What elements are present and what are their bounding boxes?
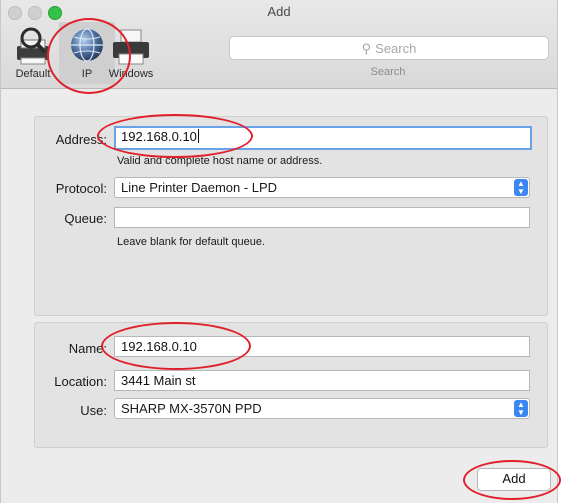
search-input[interactable]: ⚲ Search xyxy=(229,36,549,60)
queue-label: Queue: xyxy=(64,211,107,226)
search-icon: ⚲ xyxy=(361,41,372,56)
address-field[interactable]: 192.168.0.10 xyxy=(114,126,532,150)
address-label: Address: xyxy=(55,132,107,147)
name-field[interactable]: 192.168.0.10 xyxy=(114,336,530,357)
add-button[interactable]: Add xyxy=(477,468,551,491)
use-label: Use: xyxy=(80,403,107,418)
use-value: SHARP MX-3570N PPD xyxy=(121,401,262,416)
protocol-label: Protocol: xyxy=(55,181,107,196)
use-select[interactable]: SHARP MX-3570N PPD ▲ ▼ xyxy=(114,398,530,419)
queue-field[interactable] xyxy=(114,207,530,228)
location-label: Location: xyxy=(54,374,107,389)
chevron-updown-icon: ▲ ▼ xyxy=(514,400,528,417)
name-value: 192.168.0.10 xyxy=(121,339,197,354)
location-value: 3441 Main st xyxy=(121,373,196,388)
printer-icon xyxy=(113,29,149,65)
toolbar-windows[interactable]: Windows xyxy=(103,22,159,84)
add-printer-window: Add Default IP Windows ⚲ Search Search A… xyxy=(0,0,561,503)
name-label: Name: xyxy=(68,341,107,356)
toolbar-default-label: Default xyxy=(15,68,51,80)
protocol-value: Line Printer Daemon - LPD xyxy=(121,180,278,195)
address-value: 192.168.0.10 xyxy=(121,129,197,144)
globe-icon xyxy=(71,28,103,62)
toolbar-default[interactable]: Default xyxy=(5,22,61,84)
search-caption: Search xyxy=(370,66,406,78)
title-bar: Add Default IP Windows ⚲ Search Search xyxy=(1,0,557,89)
chevron-updown-icon: ▲ ▼ xyxy=(514,179,528,196)
text-caret xyxy=(197,129,199,143)
protocol-select[interactable]: Line Printer Daemon - LPD ▲ ▼ xyxy=(114,177,530,198)
location-field[interactable]: 3441 Main st xyxy=(114,370,530,391)
address-hint: Valid and complete host name or address. xyxy=(117,155,323,167)
search-placeholder: Search xyxy=(375,41,417,56)
magnifier-printer-icon xyxy=(17,27,49,65)
queue-hint: Leave blank for default queue. xyxy=(117,236,266,248)
window-title: Add xyxy=(267,4,291,19)
toolbar-windows-label: Windows xyxy=(108,68,154,80)
